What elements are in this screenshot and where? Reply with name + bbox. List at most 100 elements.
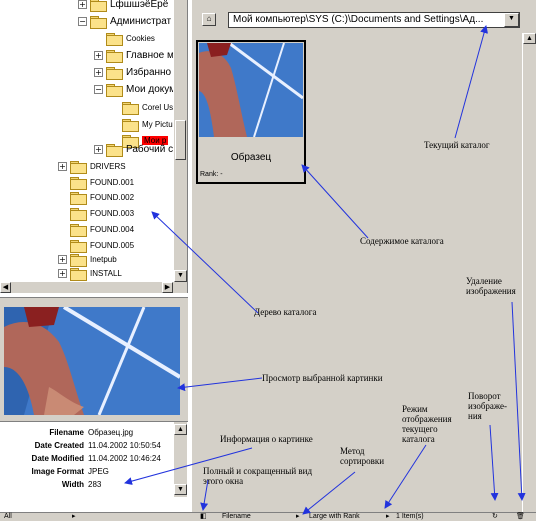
info-row: Date Created 11.04.2002 10:50:54 bbox=[0, 439, 161, 452]
annotation-window-mode: Полный и сокращенный вид этого окна bbox=[203, 466, 313, 486]
info-row: Width 283 bbox=[0, 478, 102, 491]
sort-arrow-icon[interactable]: ▸ bbox=[296, 512, 300, 520]
scroll-down-icon[interactable]: ▼ bbox=[174, 484, 187, 495]
contents-vertical-scrollbar[interactable]: ▲ bbox=[522, 33, 536, 512]
annotation-view-mode: Режим отображения текущего каталога bbox=[402, 404, 452, 444]
tree-item[interactable]: + LфшшэёЁрё bbox=[78, 0, 169, 12]
tree-item[interactable]: Cookies bbox=[94, 31, 155, 46]
scroll-down-icon[interactable]: ▼ bbox=[174, 270, 187, 282]
folder-icon bbox=[70, 267, 87, 281]
tree-item[interactable]: FOUND.004 bbox=[58, 222, 134, 237]
folder-icon bbox=[70, 176, 87, 190]
annotation-folder-contents: Содержимое каталога bbox=[360, 236, 444, 246]
info-value: Образец.jpg bbox=[88, 428, 134, 437]
folder-icon bbox=[122, 118, 139, 132]
tree-item-label: My Pictu bbox=[142, 119, 173, 129]
tree-item[interactable]: FOUND.002 bbox=[58, 190, 135, 205]
info-vertical-scrollbar[interactable]: ▲ ▼ bbox=[173, 422, 187, 497]
tree-item[interactable]: FOUND.005 bbox=[58, 238, 135, 253]
annotation-image-info: Информация о картинке bbox=[220, 434, 313, 444]
tree-item[interactable]: + Рабочий с bbox=[94, 142, 174, 157]
annotation-preview: Просмотр выбранной картинки bbox=[262, 373, 383, 383]
folder-icon bbox=[70, 239, 87, 253]
thumbnail-rank: Rank: - bbox=[200, 171, 223, 178]
folder-icon bbox=[122, 101, 139, 115]
folder-icon bbox=[70, 207, 87, 221]
tree-item[interactable]: + Главное м bbox=[94, 48, 174, 63]
tree-item[interactable]: + INSTALL bbox=[58, 266, 122, 281]
tree-item[interactable]: FOUND.001 bbox=[58, 175, 135, 190]
tree-item[interactable]: + DRIVERS bbox=[58, 159, 126, 174]
tree-item-label: DRIVERS bbox=[90, 161, 126, 171]
window-mode-toggle-icon[interactable]: ◧ bbox=[200, 512, 207, 520]
tree-item[interactable]: Corel Us bbox=[110, 100, 174, 115]
tree-item[interactable]: + Inetpub bbox=[58, 252, 117, 267]
tree-item-label: Cookies bbox=[126, 33, 155, 43]
tree-item-label: Администрат bbox=[110, 15, 172, 27]
info-key: Date Modified bbox=[31, 454, 84, 463]
expand-toggle-icon[interactable]: + bbox=[58, 254, 67, 264]
tree-item[interactable]: + Избранно bbox=[94, 65, 172, 80]
image-info-panel: Filename Образец.jpg Date Created 11.04.200… bbox=[0, 421, 188, 497]
expand-toggle-icon[interactable]: − bbox=[78, 16, 87, 26]
folder-icon bbox=[70, 253, 87, 267]
status-bar: All ▸ ◧ Filename ▸ Large with Rank ▸ 1 I… bbox=[0, 512, 536, 521]
tree-vertical-scrollbar[interactable]: ▼ bbox=[173, 0, 187, 282]
tree-item-label: Inetpub bbox=[90, 254, 117, 264]
tree-item-label: Corel Us bbox=[142, 102, 174, 112]
info-row: Image Format JPEG bbox=[0, 465, 109, 478]
sort-method[interactable]: Filename bbox=[222, 513, 251, 520]
tree-item-label: FOUND.003 bbox=[90, 208, 135, 218]
folder-tree[interactable]: + LфшшэёЁрё − Администрат Cookies + Главное м +… bbox=[0, 0, 188, 293]
tree-item-label: Рабочий с bbox=[126, 143, 174, 155]
status-filter[interactable]: All bbox=[4, 513, 12, 520]
info-key: Date Created bbox=[34, 441, 84, 450]
tree-item[interactable]: − Мои докум bbox=[94, 82, 176, 97]
thumbnail-image bbox=[199, 43, 303, 137]
tree-item[interactable]: FOUND.003 bbox=[58, 206, 135, 221]
current-path-combobox[interactable]: Мой компьютер\SYS (C:)\Documents and Set… bbox=[228, 12, 520, 28]
thumbnail-caption: Образец bbox=[230, 152, 272, 163]
scroll-up-icon[interactable]: ▲ bbox=[523, 33, 536, 44]
rotate-icon[interactable]: ↻ bbox=[492, 512, 498, 520]
delete-icon[interactable]: 🗑 bbox=[516, 512, 525, 520]
folder-up-icon[interactable]: ⌂ bbox=[202, 13, 216, 26]
folder-icon bbox=[70, 223, 87, 237]
info-row: Date Modified 11.04.2002 10:46:24 bbox=[0, 452, 161, 465]
folder-icon bbox=[106, 83, 123, 97]
tree-item-label: FOUND.002 bbox=[90, 192, 135, 202]
expand-toggle-icon[interactable]: + bbox=[58, 161, 67, 171]
folder-icon bbox=[70, 191, 87, 205]
tree-item[interactable]: My Pictu bbox=[110, 117, 173, 132]
folder-icon bbox=[106, 49, 123, 63]
tree-item-label: Избранно bbox=[126, 66, 172, 78]
view-mode-arrow-icon[interactable]: ▸ bbox=[386, 512, 390, 520]
tree-item-label: FOUND.001 bbox=[90, 177, 135, 187]
filter-arrow-icon[interactable]: ▸ bbox=[72, 512, 76, 520]
scroll-right-icon[interactable]: ▶ bbox=[162, 282, 173, 293]
tree-item-label: FOUND.005 bbox=[90, 240, 135, 250]
annotation-delete-image: Удаление изображения bbox=[466, 276, 516, 296]
tree-scroll-thumb[interactable] bbox=[175, 120, 186, 160]
expand-toggle-icon[interactable]: − bbox=[94, 84, 103, 94]
expand-toggle-icon[interactable]: + bbox=[94, 67, 103, 77]
folder-icon bbox=[106, 32, 123, 46]
annotation-sort-method: Метод сортировки bbox=[340, 446, 385, 466]
expand-toggle-icon[interactable]: + bbox=[94, 144, 103, 154]
current-path-text: Мой компьютер\SYS (C:)\Documents and Set… bbox=[233, 14, 484, 25]
annotation-current-folder: Текущий каталог bbox=[424, 140, 490, 150]
expand-toggle-icon[interactable]: + bbox=[94, 50, 103, 60]
tree-item[interactable]: − Администрат bbox=[78, 14, 172, 29]
folder-icon bbox=[90, 0, 107, 12]
info-key: Width bbox=[61, 480, 84, 489]
scroll-up-icon[interactable]: ▲ bbox=[174, 424, 187, 435]
expand-toggle-icon[interactable]: + bbox=[58, 268, 67, 278]
info-key: Image Format bbox=[31, 467, 84, 476]
expand-toggle-icon[interactable]: + bbox=[78, 0, 87, 9]
path-dropdown-icon[interactable]: ▼ bbox=[504, 13, 519, 27]
tree-item-label: LфшшэёЁрё bbox=[110, 0, 169, 10]
view-mode[interactable]: Large with Rank bbox=[309, 513, 360, 520]
scroll-left-icon[interactable]: ◀ bbox=[0, 282, 11, 293]
tree-horizontal-scrollbar[interactable]: ◀ ▶ bbox=[0, 282, 187, 293]
preview-image bbox=[4, 307, 180, 415]
